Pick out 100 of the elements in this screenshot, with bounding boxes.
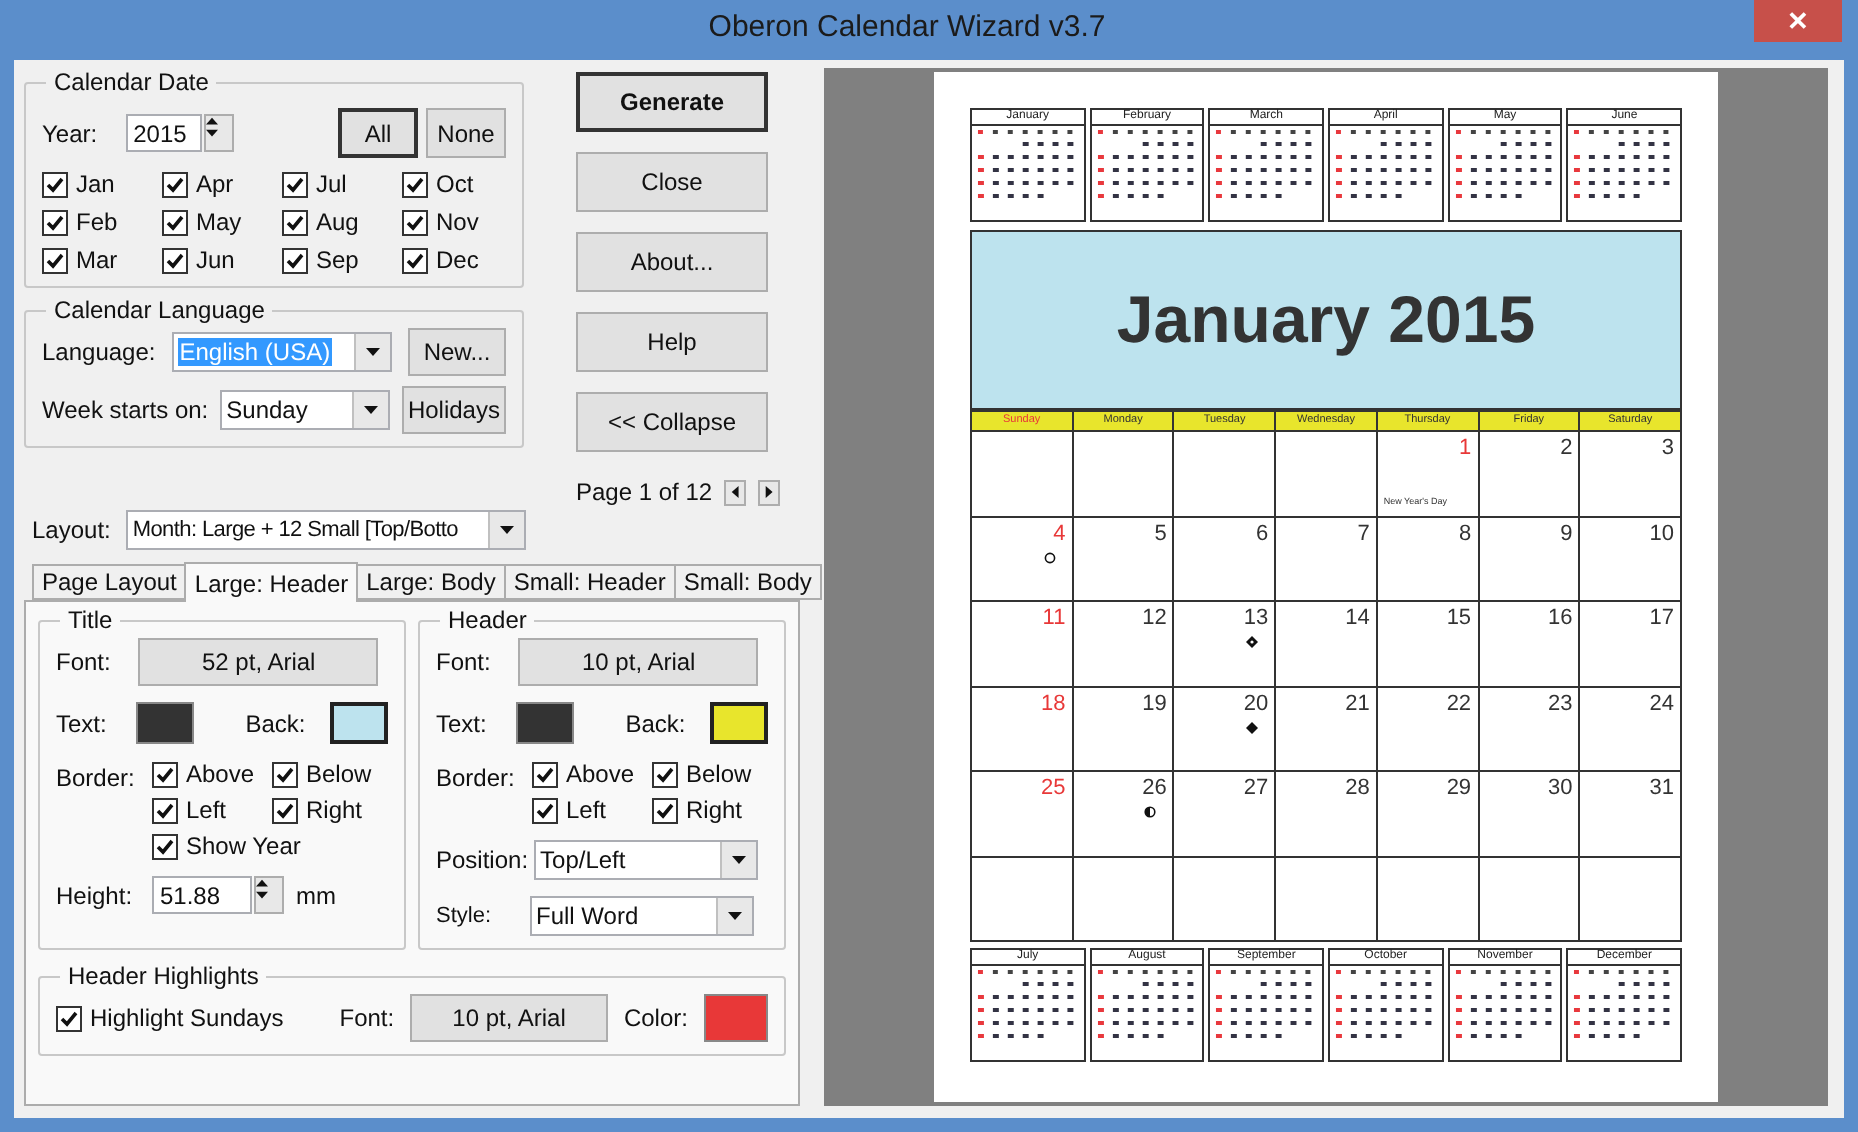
font-button[interactable]: 10 pt, Arial xyxy=(518,638,759,686)
checkbox-box[interactable] xyxy=(42,247,68,273)
color-swatch[interactable] xyxy=(136,702,194,744)
checkbox-box[interactable] xyxy=(162,171,188,197)
checkbox-box[interactable] xyxy=(402,171,428,197)
font-button[interactable]: 10 pt, Arial xyxy=(410,994,608,1042)
tab[interactable]: Large: Body xyxy=(356,564,506,600)
spinner[interactable] xyxy=(254,876,284,914)
year-field[interactable]: 2015 xyxy=(125,114,202,152)
new-button[interactable]: New... xyxy=(408,328,506,376)
tab[interactable]: Small: Header xyxy=(503,564,676,600)
spinner[interactable] xyxy=(203,114,234,152)
dropdown-arrow-icon xyxy=(732,853,747,867)
tab[interactable]: Page Layout xyxy=(32,564,187,600)
color-swatch[interactable] xyxy=(703,994,768,1042)
checkbox[interactable]: Jul xyxy=(282,170,402,198)
checkbox[interactable]: Left xyxy=(152,796,272,824)
group-title: Title xyxy=(66,606,115,634)
text-color-label: Text: xyxy=(56,707,109,741)
checkbox[interactable]: Jun xyxy=(162,246,282,274)
all-button[interactable]: All xyxy=(338,108,418,158)
spin-up-icon xyxy=(205,116,218,128)
checkbox-box[interactable] xyxy=(282,171,308,197)
checkbox[interactable]: Right xyxy=(272,796,392,824)
color-swatch[interactable] xyxy=(329,702,388,744)
checkbox-box[interactable] xyxy=(162,247,188,273)
action-button[interactable]: Generate xyxy=(576,72,768,132)
checkbox[interactable]: Below xyxy=(652,760,772,788)
day-number: 26 xyxy=(1142,776,1167,800)
day-number: 23 xyxy=(1548,691,1573,715)
diamond-icon xyxy=(1246,636,1259,648)
checkbox[interactable]: Show Year xyxy=(152,832,392,860)
checkbox-box[interactable] xyxy=(402,247,428,273)
checkbox-box[interactable] xyxy=(652,797,678,823)
checkbox[interactable]: Jan xyxy=(42,170,162,198)
checkbox-box[interactable] xyxy=(272,797,298,823)
font-label: Font: xyxy=(436,646,491,680)
day-number: 11 xyxy=(1042,606,1066,630)
day-number: 13 xyxy=(1243,606,1269,630)
none-button[interactable]: None xyxy=(426,108,506,158)
dropdown[interactable]: Month: Large + 12 Small [Top/Botto xyxy=(126,510,527,550)
next-page-button[interactable] xyxy=(758,479,781,505)
checkbox-box[interactable] xyxy=(42,171,68,197)
holidays-button[interactable]: Holidays xyxy=(401,386,506,434)
checkbox[interactable]: Left xyxy=(532,796,652,824)
height-field[interactable]: 51.88 xyxy=(152,876,252,914)
action-button[interactable]: Help xyxy=(576,312,768,372)
day-number: 19 xyxy=(1142,691,1167,715)
checkbox-box[interactable] xyxy=(42,209,68,235)
color-swatch[interactable] xyxy=(516,702,574,744)
checkbox[interactable]: May xyxy=(162,208,282,236)
dropdown[interactable]: Full Word xyxy=(530,896,754,936)
checkbox-box[interactable] xyxy=(56,1005,82,1031)
tab[interactable]: Large: Header xyxy=(184,562,359,602)
checkbox[interactable]: Feb xyxy=(42,208,162,236)
checkbox[interactable]: Oct xyxy=(402,170,522,198)
checkbox[interactable]: Sep xyxy=(282,246,402,274)
checkbox[interactable]: Right xyxy=(652,796,772,824)
checkbox-box[interactable] xyxy=(282,209,308,235)
font-button[interactable]: 52 pt, Arial xyxy=(138,638,379,686)
day-number: 18 xyxy=(1040,691,1066,715)
dropdown-arrow-icon xyxy=(363,403,378,417)
checkbox-box[interactable] xyxy=(402,209,428,235)
checkbox-label: Mar xyxy=(76,246,118,274)
checkbox-box[interactable] xyxy=(532,761,558,787)
spin-down-icon xyxy=(205,128,218,140)
previous-page-button[interactable] xyxy=(724,479,747,505)
checkbox-box[interactable] xyxy=(272,761,298,787)
action-button[interactable]: Close xyxy=(576,152,768,212)
dropdown[interactable]: Top/Left xyxy=(534,840,759,880)
checkbox-box[interactable] xyxy=(152,833,178,859)
day-number: 30 xyxy=(1548,776,1573,800)
checkbox-label: Above xyxy=(186,760,255,788)
tab[interactable]: Small: Body xyxy=(673,564,822,600)
checkbox[interactable]: Aug xyxy=(282,208,402,236)
close-button[interactable]: ✕ xyxy=(1754,0,1842,42)
checkbox[interactable]: Below xyxy=(272,760,392,788)
diamond-icon xyxy=(1246,721,1259,733)
checkbox-box[interactable] xyxy=(152,797,178,823)
color-swatch[interactable] xyxy=(709,702,768,744)
checkbox-box[interactable] xyxy=(162,209,188,235)
day-number: 22 xyxy=(1446,691,1472,715)
action-button[interactable]: About... xyxy=(576,232,768,292)
checkbox[interactable]: Mar xyxy=(42,246,162,274)
checkbox[interactable]: Dec xyxy=(402,246,522,274)
checkbox-box[interactable] xyxy=(652,761,678,787)
dropdown[interactable]: Sunday xyxy=(220,390,390,430)
font-label: Font: xyxy=(339,1002,395,1036)
checkbox[interactable]: Nov xyxy=(402,208,522,236)
checkbox-label: May xyxy=(196,208,242,236)
checkbox[interactable]: Above xyxy=(532,760,652,788)
action-button[interactable]: << Collapse xyxy=(576,392,768,452)
day-number: 25 xyxy=(1040,776,1066,800)
checkbox-label: Right xyxy=(686,796,743,824)
checkbox-box[interactable] xyxy=(152,761,178,787)
style-label: Style: xyxy=(436,902,494,932)
checkbox[interactable]: Apr xyxy=(162,170,282,198)
checkbox-box[interactable] xyxy=(532,797,558,823)
checkbox-box[interactable] xyxy=(282,247,308,273)
checkbox[interactable]: Above xyxy=(152,760,272,788)
